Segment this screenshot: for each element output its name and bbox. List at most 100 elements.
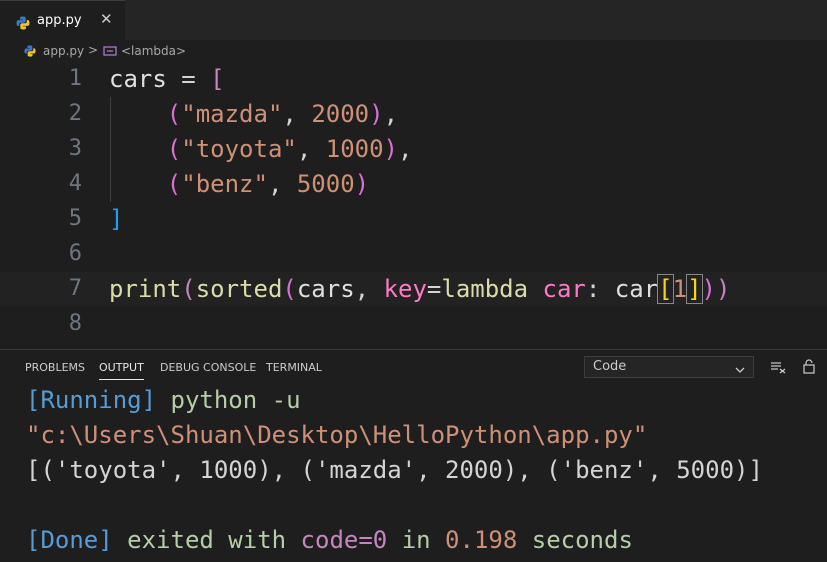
clear-output-icon[interactable] — [770, 359, 786, 378]
code-token: "mazda" — [181, 100, 283, 128]
code-token: [ — [657, 274, 674, 304]
code-text: ("benz", 5000) — [109, 170, 369, 198]
code-line[interactable]: 1 cars = [ — [0, 62, 827, 97]
code-token: , — [267, 170, 297, 198]
code-token: : — [585, 275, 615, 303]
line-number: 1 — [68, 66, 82, 91]
tab-terminal[interactable]: TERMINAL — [266, 361, 322, 374]
code-line[interactable]: 5] — [0, 202, 827, 237]
code-text: print(sorted(cars, key=lambda car: car[1… — [109, 274, 731, 304]
code-token: ) — [354, 170, 370, 198]
chevron-down-icon — [735, 363, 745, 378]
line-number: 4 — [68, 171, 82, 196]
breadcrumb-file[interactable]: app.py — [43, 44, 84, 58]
breadcrumb-separator: > — [88, 43, 99, 57]
line-number: 7 — [68, 276, 82, 301]
output-channel-select[interactable]: Code — [584, 356, 754, 378]
code-token: , — [282, 100, 312, 128]
code-line[interactable]: 7 print(sorted(cars, key=lambda car: car[… — [0, 272, 827, 307]
tab-app-py[interactable]: app.py ✕ — [0, 0, 125, 40]
output-token: exited with — [112, 526, 301, 554]
code-token: cars — [109, 65, 167, 93]
lambda-symbol-icon — [103, 45, 117, 60]
code-token: ( — [166, 170, 182, 198]
code-token: 2000 — [311, 100, 370, 128]
code-token: print — [109, 275, 182, 303]
code-token: , — [354, 275, 384, 303]
code-token: 5000 — [296, 170, 355, 198]
tab-problems[interactable]: PROBLEMS — [25, 361, 85, 374]
code-token: "toyota" — [181, 135, 297, 163]
code-token: "benz" — [181, 170, 268, 198]
output-channel-value: Code — [593, 359, 627, 374]
close-icon[interactable]: ✕ — [100, 10, 113, 28]
python-icon — [24, 45, 36, 60]
code-text: ] — [109, 205, 123, 233]
code-token: ] — [686, 274, 703, 304]
code-token: [ — [210, 65, 225, 93]
output-token: seconds — [517, 526, 633, 554]
tab-debug-console[interactable]: DEBUG CONSOLE — [160, 361, 256, 374]
output-token: in — [387, 526, 446, 554]
line-number: 8 — [68, 311, 82, 336]
line-number: 3 — [68, 136, 82, 161]
python-icon — [16, 15, 30, 34]
output-token: [Done] — [26, 526, 113, 554]
output-token: [Running] — [26, 386, 157, 414]
output-token: [('toyota', 1000), ('mazda', 2000), ('be… — [26, 456, 763, 484]
code-editor[interactable]: 1 cars = [2 ("mazda", 2000), 3 ("toyota", … — [0, 62, 827, 349]
code-token: sorted — [195, 275, 283, 303]
code-text: ("toyota", 1000), — [109, 135, 413, 163]
output-token: "c:\Users\Shuan\Desktop\HelloPython\app.… — [26, 421, 648, 449]
code-token: lambda — [441, 275, 529, 303]
code-line[interactable]: 2 ("mazda", 2000), — [0, 97, 827, 132]
code-token: 1 — [672, 275, 688, 303]
code-token: = — [166, 65, 211, 93]
code-text: cars = [ — [109, 65, 225, 93]
code-line[interactable]: 3 ("toyota", 1000), — [0, 132, 827, 167]
code-line[interactable]: 6 — [0, 237, 827, 272]
output-line: [('toyota', 1000), ('mazda', 2000), ('be… — [26, 456, 763, 484]
code-token: ) — [383, 135, 398, 163]
output-token: 0.198 — [445, 526, 518, 554]
line-number: 6 — [68, 241, 82, 266]
code-token: ( — [166, 100, 182, 128]
code-token: cars — [296, 275, 355, 303]
line-number: 5 — [68, 206, 82, 231]
tab-label: app.py — [37, 13, 82, 28]
code-token: ( — [166, 135, 182, 163]
output-token: python -u — [156, 386, 301, 414]
code-token: = — [426, 275, 442, 303]
output-panel: PROBLEMS OUTPUT DEBUG CONSOLE TERMINAL C… — [0, 349, 827, 562]
code-line[interactable]: 4 ("benz", 5000) — [0, 167, 827, 202]
code-token: 1000 — [325, 135, 384, 163]
code-token: ( — [282, 275, 297, 303]
code-token: ) — [715, 275, 731, 303]
code-line[interactable]: 8 — [0, 307, 827, 342]
tab-output[interactable]: OUTPUT — [99, 361, 144, 380]
code-token: ] — [109, 205, 124, 233]
code-token: , — [398, 135, 413, 163]
output-line: [Done] exited with code=0 in 0.198 secon… — [26, 526, 633, 554]
output-token: code=0 — [300, 526, 388, 554]
lock-scroll-icon[interactable] — [802, 359, 816, 378]
code-token: , — [383, 100, 399, 128]
code-token: car — [614, 275, 659, 303]
output-line: "c:\Users\Shuan\Desktop\HelloPython\app.… — [26, 421, 647, 449]
code-token: , — [296, 135, 326, 163]
breadcrumb-symbol[interactable]: <lambda> — [121, 44, 186, 58]
line-number: 2 — [68, 101, 82, 126]
editor-tab-bar: app.py ✕ — [0, 0, 827, 40]
code-text: ("mazda", 2000), — [109, 100, 398, 128]
code-token: ) — [701, 275, 716, 303]
code-token: ) — [369, 100, 384, 128]
breadcrumb: app.py > <lambda> — [0, 40, 827, 62]
code-token: ( — [181, 275, 196, 303]
code-token: key — [383, 275, 427, 303]
code-token: car — [542, 275, 586, 303]
output-line: [Running] python -u — [26, 386, 301, 414]
